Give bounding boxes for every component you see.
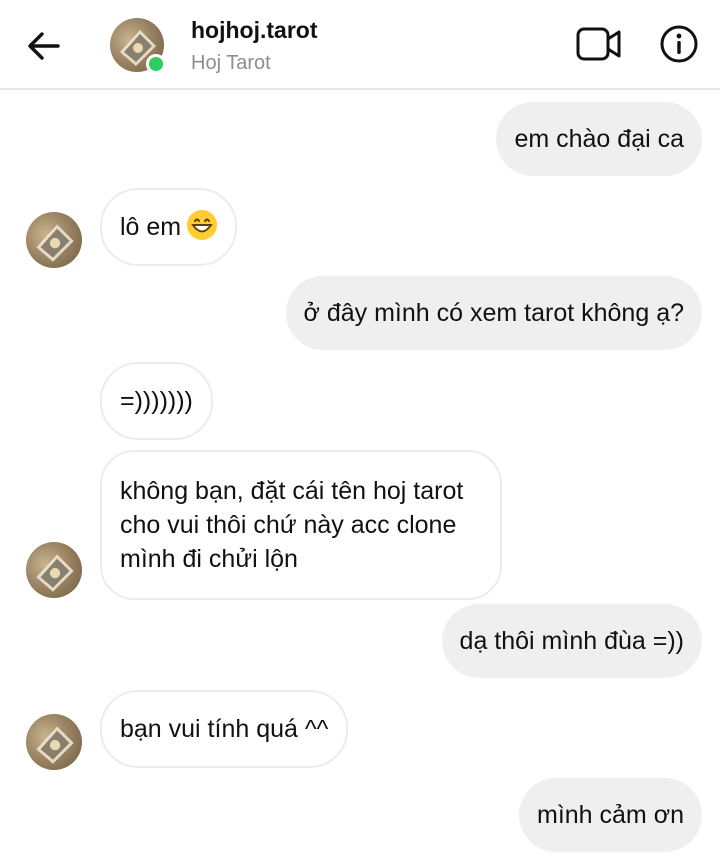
- incoming-message[interactable]: bạn vui tính quá ^^: [100, 690, 349, 768]
- video-call-button[interactable]: [576, 26, 622, 62]
- arrow-left-icon: [28, 32, 60, 60]
- contact-username[interactable]: hojhoj.tarot: [191, 17, 317, 44]
- sender-avatar[interactable]: [26, 714, 82, 770]
- grinning-face-icon: [187, 210, 218, 240]
- avatar-image: [26, 542, 82, 598]
- tarot-card-picture: [36, 554, 74, 592]
- tarot-card-picture: [36, 224, 74, 262]
- sender-avatar[interactable]: [26, 212, 82, 268]
- back-button[interactable]: [24, 26, 64, 66]
- video-call-icon: [576, 27, 621, 61]
- outgoing-message[interactable]: em chào đại ca: [496, 102, 702, 176]
- incoming-message[interactable]: lô em: [100, 188, 238, 266]
- incoming-message[interactable]: =))))))): [100, 362, 213, 440]
- outgoing-message[interactable]: ở đây mình có xem tarot không ạ?: [285, 276, 702, 350]
- avatar-image: [26, 714, 82, 770]
- chat-header: hojhoj.tarot Hoj Tarot: [0, 0, 720, 90]
- info-button[interactable]: [659, 24, 699, 64]
- tarot-card-picture: [36, 726, 74, 764]
- message-text: lô em: [120, 213, 182, 241]
- contact-avatar[interactable]: [110, 18, 166, 74]
- sender-avatar[interactable]: [26, 542, 82, 598]
- outgoing-message[interactable]: dạ thôi mình đùa =)): [441, 604, 702, 678]
- outgoing-message[interactable]: mình cảm ơn: [519, 778, 702, 852]
- info-icon: [660, 25, 698, 63]
- incoming-message[interactable]: không bạn, đặt cái tên hoj tarot cho vui…: [100, 450, 502, 600]
- avatar-image: [26, 212, 82, 268]
- online-status-dot: [146, 54, 166, 74]
- contact-display-name: Hoj Tarot: [191, 52, 271, 74]
